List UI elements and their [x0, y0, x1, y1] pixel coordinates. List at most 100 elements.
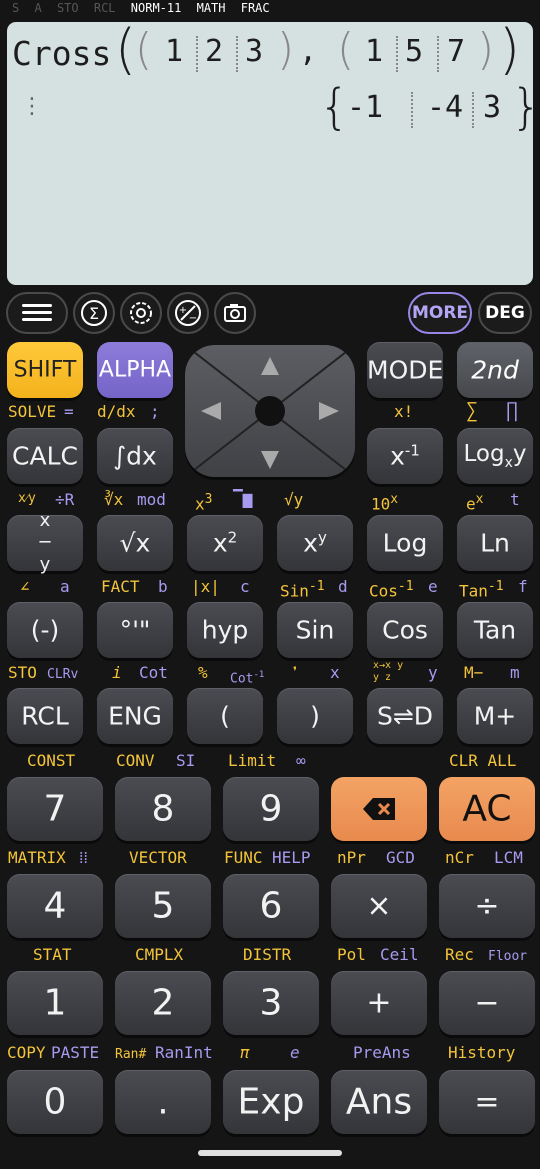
power-button[interactable]: xy [277, 515, 353, 571]
delete-button[interactable] [331, 777, 427, 841]
digit-1-button[interactable]: 1 [7, 971, 103, 1035]
ln-button[interactable]: Ln [457, 515, 533, 571]
result-lbrace: { [319, 79, 350, 135]
expression-function: Cross [12, 34, 112, 73]
label-arccos: Cos-1 [369, 579, 414, 601]
digit-8-button[interactable]: 8 [115, 777, 211, 841]
vec1-cell-3: 3 [245, 34, 264, 69]
label-product: ∏ [506, 398, 519, 422]
plus-minus-button[interactable]: + − [167, 292, 209, 334]
label-sum: ∑ [466, 398, 479, 422]
digit-2-button[interactable]: 2 [115, 971, 211, 1035]
label-equals: = [64, 402, 74, 421]
label-distr: DISTR [243, 945, 292, 964]
reciprocal-button[interactable]: x-1 [367, 428, 443, 484]
label-func: FUNC [224, 848, 263, 867]
multiply-button[interactable]: × [331, 874, 427, 938]
log-button[interactable]: Log [367, 515, 443, 571]
label-sto: STO [8, 663, 37, 682]
sigma-icon: Σ [81, 300, 107, 326]
status-frac: FRAC [240, 1, 270, 15]
eng-button[interactable]: ENG [97, 688, 173, 744]
cos-button[interactable]: Cos [367, 602, 443, 658]
label-d: d [338, 577, 348, 596]
status-indicator-rcl: RCL [93, 1, 116, 15]
sd-toggle-button[interactable]: S⇌D [367, 688, 443, 744]
svg-text:Σ: Σ [89, 304, 99, 323]
dms-button[interactable]: °'" [97, 602, 173, 658]
sum-function-button[interactable]: Σ [73, 292, 115, 334]
label-ranint: RanInt [155, 1043, 213, 1062]
arrow-up-icon [261, 357, 279, 375]
label-b: b [158, 577, 168, 596]
vec2-rparen: ) [477, 24, 495, 75]
sin-button[interactable]: Sin [277, 602, 353, 658]
negate-button[interactable]: (-) [7, 602, 83, 658]
digit-5-button[interactable]: 5 [115, 874, 211, 938]
digit-0-button[interactable]: 0 [7, 1070, 103, 1134]
vec2-separator [437, 36, 439, 72]
angle-mode-button[interactable]: DEG [478, 292, 532, 334]
shift-button[interactable]: SHIFT [7, 342, 83, 398]
label-copy: COPY [7, 1043, 46, 1062]
digit-6-button[interactable]: 6 [223, 874, 319, 938]
more-button[interactable]: MORE [408, 292, 472, 334]
home-indicator[interactable] [198, 1150, 342, 1156]
menu-button[interactable] [6, 292, 68, 334]
decimal-point-button[interactable]: . [115, 1070, 211, 1134]
label-matrix: MATRIX [8, 848, 66, 867]
equals-button[interactable]: = [439, 1070, 535, 1134]
settings-button[interactable] [120, 292, 162, 334]
logxy-base: Log [463, 441, 505, 468]
label-stat: STAT [33, 945, 72, 964]
label-e: e [428, 577, 438, 596]
label-cmplx: CMPLX [135, 945, 184, 964]
divide-button[interactable]: ÷ [439, 874, 535, 938]
status-indicator-sto: STO [56, 1, 79, 15]
hyp-button[interactable]: hyp [187, 602, 263, 658]
logxy-sub: x [504, 454, 513, 471]
exp-button[interactable]: Exp [223, 1070, 319, 1134]
vec2-cell-2: 5 [405, 34, 424, 69]
mode-button[interactable]: MODE [367, 342, 443, 398]
second-function-button[interactable]: 2nd [457, 342, 533, 398]
all-clear-button[interactable]: AC [439, 777, 535, 841]
calculator-display[interactable]: Cross ( ( 1 2 3 ) , ( 1 5 7 ) ) ⋮ { -1 -… [7, 22, 533, 285]
fraction-button[interactable]: x ─ y [7, 510, 83, 575]
outer-rparen: ) [499, 22, 521, 81]
calc-button[interactable]: CALC [7, 428, 83, 484]
minus-button[interactable]: − [439, 971, 535, 1035]
arrow-right-icon [319, 402, 339, 420]
tan-button[interactable]: Tan [457, 602, 533, 658]
plus-button[interactable]: + [331, 971, 427, 1035]
label-limit: Limit [228, 751, 277, 770]
directional-pad[interactable] [185, 345, 355, 477]
label-imaginary: i [112, 663, 122, 682]
vec1-separator [196, 36, 198, 72]
label-npr: nPr [337, 848, 366, 867]
digit-3-button[interactable]: 3 [223, 971, 319, 1035]
rcl-button[interactable]: RCL [7, 688, 83, 744]
svg-text:+: + [179, 305, 187, 316]
left-paren-button[interactable]: ( [187, 688, 263, 744]
label-cbrt: ∛x [104, 490, 124, 509]
sqrt-button[interactable]: √x [97, 515, 173, 571]
camera-button[interactable] [214, 292, 256, 334]
result-cell-1: -1 [347, 90, 384, 125]
label-help: HELP [272, 848, 311, 867]
label-arctan: Tan-1 [459, 579, 504, 601]
svg-text:−: − [189, 313, 197, 324]
label-mod: mod [137, 490, 166, 509]
alpha-button[interactable]: ALPHA [97, 342, 173, 398]
square-button[interactable]: x2 [187, 515, 263, 571]
memory-plus-button[interactable]: M+ [457, 688, 533, 744]
logxy-button[interactable]: Logxy [457, 428, 533, 484]
ans-button[interactable]: Ans [331, 1070, 427, 1134]
history-more-indicator[interactable]: ⋮ [21, 94, 43, 119]
integral-button[interactable]: ∫dx [97, 428, 173, 484]
digit-9-button[interactable]: 9 [223, 777, 319, 841]
digit-4-button[interactable]: 4 [7, 874, 103, 938]
digit-7-button[interactable]: 7 [7, 777, 103, 841]
right-paren-button[interactable]: ) [277, 688, 353, 744]
label-comma: ❜ [290, 663, 300, 682]
